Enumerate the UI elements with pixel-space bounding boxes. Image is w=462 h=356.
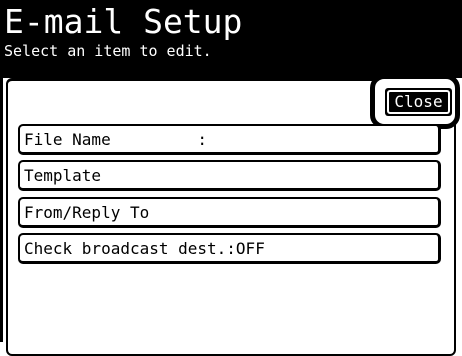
menu-item-template[interactable]: Template [18,160,441,191]
menu-item-label: Check broadcast dest.:OFF [24,239,265,258]
menu-item-label: File Name : [24,130,208,149]
menu-item-file-name[interactable]: File Name : [18,124,441,155]
menu-item-check-broadcast-dest[interactable]: Check broadcast dest.:OFF [18,233,441,264]
menu-item-label: Template [24,166,102,185]
menu-item-label: From/Reply To [24,203,150,222]
close-button[interactable]: Close [385,88,452,116]
page-subtitle: Select an item to edit. [4,42,212,60]
email-setup-screen: E-mail Setup Select an item to edit. Clo… [0,0,462,356]
page-title: E-mail Setup [4,2,243,41]
menu-item-from-reply-to[interactable]: From/Reply To [18,197,441,228]
left-edge-rule [0,78,3,342]
close-button-label: Close [387,90,450,114]
screen-header: E-mail Setup Select an item to edit. [0,0,462,78]
